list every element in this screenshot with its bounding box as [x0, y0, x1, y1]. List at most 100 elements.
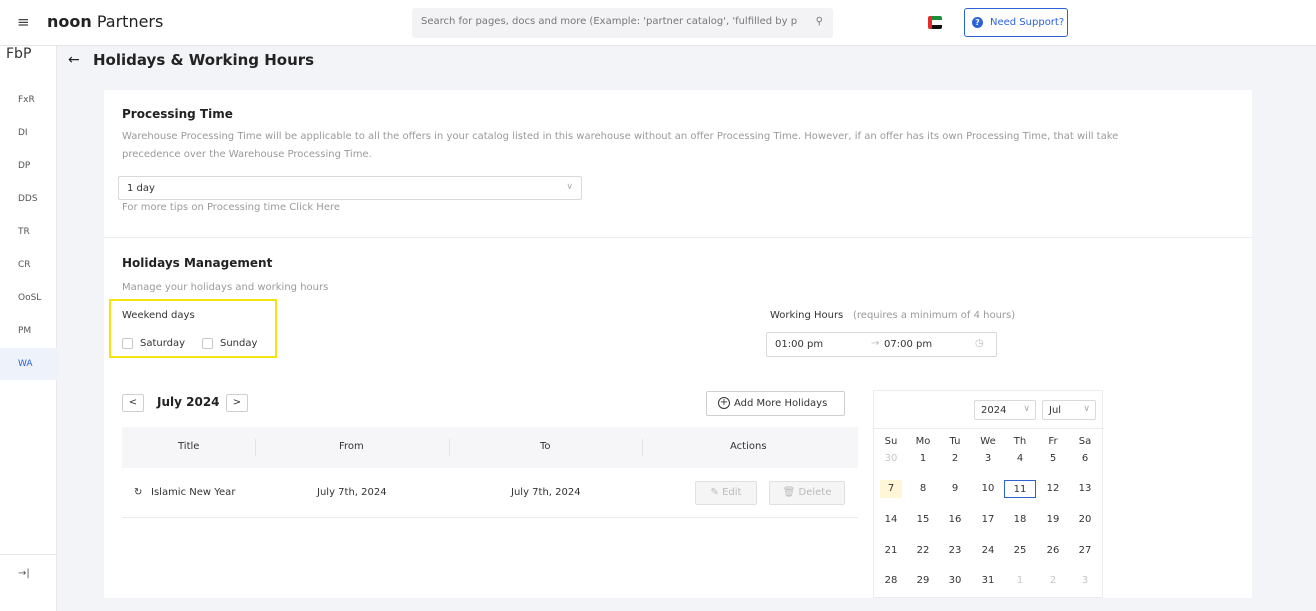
month-label: July 2024	[157, 395, 220, 409]
sidebar: FbP FxR DI DP DDS TR CR OoSL PM WA →|	[0, 46, 57, 611]
column-separator	[642, 439, 643, 456]
edit-label: Edit	[722, 487, 742, 498]
calendar-day[interactable]: 28	[880, 572, 902, 590]
table-row: ↻ Islamic New Year July 7th, 2024 July 7…	[122, 468, 858, 518]
weekday-header: Sa	[1078, 436, 1092, 447]
calendar-day: 3	[1081, 575, 1089, 586]
holiday-from: July 7th, 2024	[317, 487, 387, 498]
calendar-day[interactable]: 18	[1009, 511, 1031, 529]
weekday-header: Th	[1013, 436, 1027, 447]
weekday-header: We	[980, 436, 996, 447]
noon-partners-logo[interactable]: noon Partners	[47, 12, 163, 31]
weekend-days-label: Weekend days	[122, 310, 195, 321]
end-time-input[interactable]: 07:00 pm	[884, 339, 932, 350]
sidebar-item-oosl[interactable]: OoSL	[0, 282, 57, 314]
need-support-button[interactable]: ? Need Support?	[964, 8, 1068, 37]
saturday-label[interactable]: Saturday	[140, 338, 185, 349]
sidebar-item-pm[interactable]: PM	[0, 315, 57, 347]
edit-icon: ✎	[710, 487, 719, 498]
sidebar-title: FbP	[6, 46, 32, 62]
year-select[interactable]: 2024 ∨	[974, 400, 1036, 420]
add-more-holidays-button[interactable]: + Add More Holidays	[706, 391, 845, 416]
calendar-day[interactable]: 29	[912, 572, 934, 590]
saturday-checkbox[interactable]	[122, 338, 133, 349]
uae-flag-icon[interactable]	[928, 16, 942, 29]
clock-icon: ◷	[975, 338, 984, 349]
sidebar-item-cr[interactable]: CR	[0, 249, 57, 281]
working-hours-range-picker[interactable]: 01:00 pm → 07:00 pm ◷	[766, 332, 997, 357]
processing-tip-link[interactable]: For more tips on Processing time Click H…	[122, 199, 340, 217]
calendar-day[interactable]: 26	[1042, 542, 1064, 560]
search-placeholder: Search for pages, docs and more (Example…	[421, 16, 798, 27]
collapse-sidebar-icon[interactable]: →|	[18, 568, 30, 579]
calendar-day[interactable]: 4	[1009, 450, 1031, 468]
calendar-day[interactable]: 31	[977, 572, 999, 590]
calendar-day[interactable]: 6	[1074, 450, 1096, 468]
top-bar: ≡ noon Partners Search for pages, docs a…	[0, 0, 1316, 46]
calendar-day[interactable]: 15	[912, 511, 934, 529]
calendar-day[interactable]: 7	[880, 480, 902, 498]
calendar-day[interactable]: 2	[944, 450, 966, 468]
settings-card: Processing Time Warehouse Processing Tim…	[104, 90, 1252, 598]
holidays-management-title: Holidays Management	[122, 256, 273, 270]
sidebar-item-tr[interactable]: TR	[0, 216, 57, 248]
year-value: 2024	[981, 405, 1007, 416]
calendar-day[interactable]: 13	[1074, 480, 1096, 498]
logo-bold: noon	[47, 12, 92, 31]
search-icon[interactable]: ⚲	[816, 16, 823, 27]
processing-time-value: 1 day	[127, 183, 155, 194]
sidebar-item-dds[interactable]: DDS	[0, 183, 57, 215]
calendar-day[interactable]: 24	[977, 542, 999, 560]
help-icon: ?	[972, 17, 983, 28]
logo-rest: Partners	[96, 12, 164, 31]
sidebar-item-di[interactable]: DI	[0, 117, 57, 149]
sidebar-item-dp[interactable]: DP	[0, 150, 57, 182]
calendar-day[interactable]: 25	[1009, 542, 1031, 560]
calendar-day[interactable]: 27	[1074, 542, 1096, 560]
sidebar-item-wa[interactable]: WA	[0, 348, 57, 380]
chevron-down-icon: ∨	[566, 182, 573, 192]
calendar-day: 30	[884, 453, 898, 464]
calendar-day[interactable]: 8	[912, 480, 934, 498]
column-title: Title	[178, 441, 200, 452]
start-time-input[interactable]: 01:00 pm	[775, 339, 823, 350]
processing-time-select[interactable]: 1 day ∨	[118, 176, 582, 200]
calendar-day[interactable]: 11	[1004, 480, 1036, 498]
delete-button[interactable]: 🗑 Delete	[769, 481, 845, 505]
calendar-day[interactable]: 14	[880, 511, 902, 529]
sunday-label[interactable]: Sunday	[220, 338, 257, 349]
column-actions: Actions	[730, 441, 767, 452]
calendar-day[interactable]: 3	[977, 450, 999, 468]
column-separator	[255, 439, 256, 456]
holidays-table-header: Title From To Actions	[122, 427, 858, 468]
month-value: Jul	[1049, 405, 1062, 416]
working-hours-hint: (requires a minimum of 4 hours)	[853, 310, 1016, 321]
calendar-day[interactable]: 20	[1074, 511, 1096, 529]
weekend-days-highlight	[109, 299, 277, 358]
calendar-day[interactable]: 5	[1042, 450, 1064, 468]
calendar-day[interactable]: 9	[944, 480, 966, 498]
prev-month-button[interactable]: <	[122, 394, 144, 412]
search-input[interactable]: Search for pages, docs and more (Example…	[412, 8, 833, 38]
hamburger-icon[interactable]: ≡	[17, 13, 30, 31]
edit-button[interactable]: ✎ Edit	[695, 481, 757, 505]
next-month-button[interactable]: >	[226, 394, 248, 412]
holiday-title: Islamic New Year	[151, 487, 236, 498]
back-arrow-icon[interactable]: ←	[68, 52, 80, 68]
page-title: Holidays & Working Hours	[93, 51, 315, 69]
sidebar-item-fxr[interactable]: FxR	[0, 84, 57, 116]
sunday-checkbox[interactable]	[202, 338, 213, 349]
calendar-day[interactable]: 17	[977, 511, 999, 529]
column-to: To	[540, 441, 551, 452]
calendar-day[interactable]: 22	[912, 542, 934, 560]
calendar-day[interactable]: 23	[944, 542, 966, 560]
calendar-day[interactable]: 12	[1042, 480, 1064, 498]
calendar-day[interactable]: 16	[944, 511, 966, 529]
calendar-day[interactable]: 10	[977, 480, 999, 498]
calendar-day[interactable]: 21	[880, 542, 902, 560]
month-select[interactable]: Jul ∨	[1042, 400, 1096, 420]
plus-circle-icon: +	[718, 397, 730, 409]
calendar-day[interactable]: 19	[1042, 511, 1064, 529]
calendar-day[interactable]: 1	[912, 450, 934, 468]
calendar-day[interactable]: 30	[944, 572, 966, 590]
